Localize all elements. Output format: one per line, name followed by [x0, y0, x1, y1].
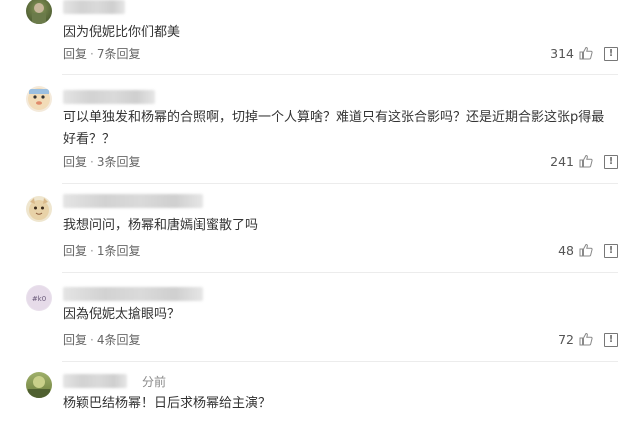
thumbs-up-icon[interactable]: [579, 332, 593, 346]
comment-text: 因为倪妮比你们都美: [63, 25, 181, 40]
comment-text: 可以单独发和杨幂的合照啊，切掉一个人算啥？难道只有这张合影吗？还是近期合影这张p…: [63, 110, 605, 147]
report-icon[interactable]: !: [604, 47, 618, 61]
divider: [62, 74, 618, 75]
username-blurred[interactable]: [63, 194, 203, 208]
comment-text: 因為倪妮太搶眼吗？: [63, 307, 181, 322]
comment-actions: 回复 · 7条回复: [63, 46, 140, 62]
like-count: 314: [550, 46, 574, 61]
divider: [62, 361, 618, 362]
comment-actions: 回复 · 4条回复: [63, 332, 140, 348]
comment-text: 杨颖巴结杨幂！日后求杨幂给主演？: [63, 396, 272, 411]
report-icon[interactable]: !: [604, 333, 618, 347]
view-replies-link[interactable]: 1条回复: [97, 244, 141, 258]
username-blurred[interactable]: [63, 287, 203, 301]
avatar[interactable]: [26, 86, 52, 112]
avatar-image: [32, 3, 46, 24]
avatar-image: [28, 88, 50, 110]
like-count: 48: [558, 243, 574, 258]
reply-button[interactable]: 回复: [63, 333, 87, 347]
avatar-image: [29, 198, 49, 220]
username-blurred[interactable]: [63, 374, 127, 388]
avatar[interactable]: [26, 372, 52, 398]
separator: ·: [90, 244, 94, 258]
comment-item: #k0 因為倪妮太搶眼吗？ 回复 · 4条回复 72 !: [0, 281, 640, 359]
comment-item: 分前 杨颖巴结杨幂！日后求杨幂给主演？: [0, 370, 640, 422]
thumbs-up-icon[interactable]: [579, 243, 593, 257]
reply-button[interactable]: 回复: [63, 47, 87, 61]
view-replies-link[interactable]: 7条回复: [97, 47, 141, 61]
divider: [62, 183, 618, 184]
avatar[interactable]: [26, 196, 52, 222]
report-icon[interactable]: !: [604, 155, 618, 169]
avatar-image: [28, 376, 50, 398]
comment-item: 可以单独发和杨幂的合照啊，切掉一个人算啥？难道只有这张合影吗？还是近期合影这张p…: [0, 84, 640, 179]
divider: [62, 272, 618, 273]
thumbs-up-icon[interactable]: [579, 154, 593, 168]
comment-item: 因为倪妮比你们都美 回复 · 7条回复 314 !: [0, 0, 640, 85]
report-icon[interactable]: !: [604, 244, 618, 258]
comment-text: 我想问问，杨幂和唐嫣闺蜜散了吗: [63, 218, 259, 233]
like-count: 72: [558, 332, 574, 347]
username-blurred[interactable]: [63, 90, 155, 104]
comment-list: 因为倪妮比你们都美 回复 · 7条回复 314 ! 可以单独发和杨幂的合照啊，切掉一…: [0, 0, 640, 422]
avatar-image: #k0: [27, 286, 51, 310]
svg-text:#k0: #k0: [32, 295, 46, 303]
comment-actions: 回复 · 1条回复: [63, 243, 140, 259]
comment-timestamp: 分前: [142, 375, 167, 389]
reply-button[interactable]: 回复: [63, 244, 87, 258]
separator: ·: [90, 47, 94, 61]
avatar[interactable]: #k0: [26, 285, 52, 311]
thumbs-up-icon[interactable]: [579, 46, 593, 60]
username-blurred[interactable]: [63, 0, 125, 14]
view-replies-link[interactable]: 4条回复: [97, 333, 141, 347]
comment-actions: 回复 · 3条回复: [63, 154, 140, 170]
separator: ·: [90, 333, 94, 347]
like-count: 241: [550, 154, 574, 169]
comment-item: 我想问问，杨幂和唐嫣闺蜜散了吗 回复 · 1条回复 48 !: [0, 192, 640, 272]
separator: ·: [90, 155, 94, 169]
avatar[interactable]: [26, 0, 52, 24]
reply-button[interactable]: 回复: [63, 155, 87, 169]
view-replies-link[interactable]: 3条回复: [97, 155, 141, 169]
